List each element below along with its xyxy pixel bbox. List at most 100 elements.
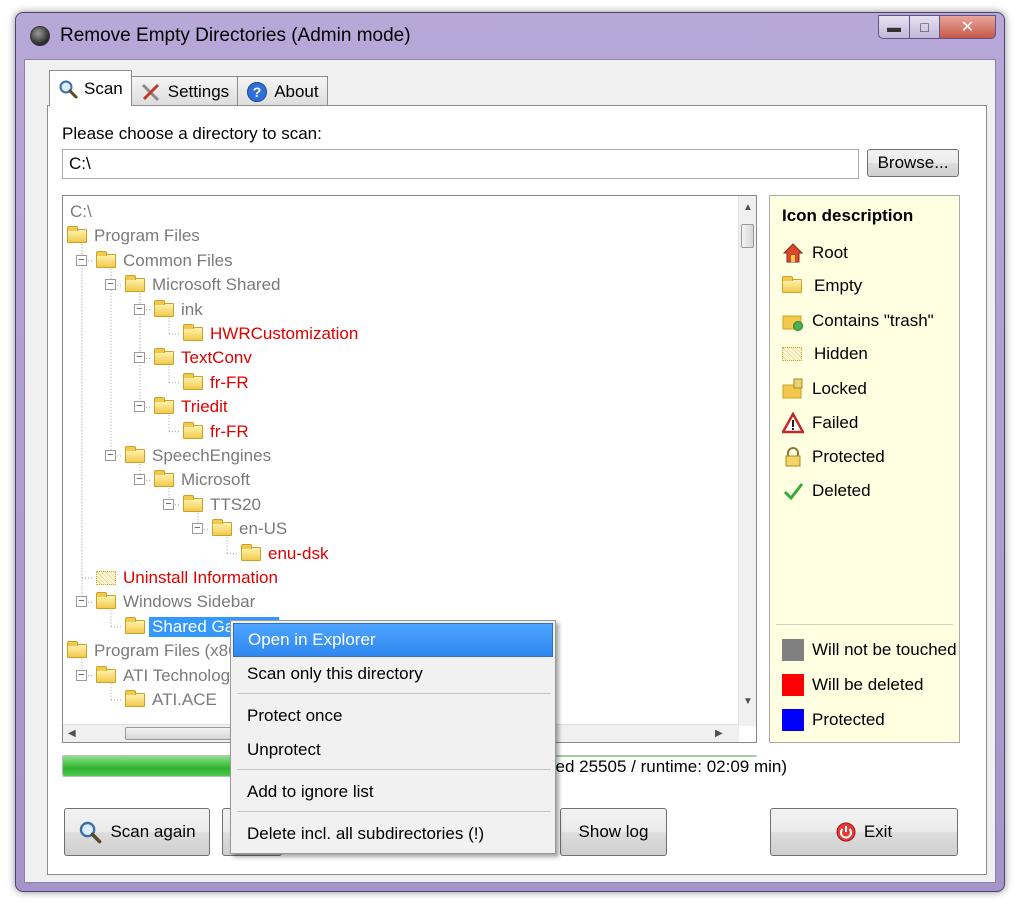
menu-item-open-in-explorer[interactable]: Open in Explorer [233, 623, 553, 657]
legend-item-label: Deleted [812, 481, 871, 500]
tree-vertical-scroll-thumb[interactable] [741, 224, 754, 248]
collapse-icon[interactable]: − [105, 450, 116, 461]
collapse-icon[interactable]: − [76, 669, 87, 681]
menu-separator [237, 811, 551, 812]
legend-item-deleted: Deleted [782, 480, 871, 502]
scan-again-button[interactable]: Scan again [64, 808, 210, 856]
tree-node[interactable]: − Microsoft [63, 468, 739, 492]
tree-node-label: ink [181, 299, 203, 319]
tab-about[interactable]: ? About [237, 76, 328, 106]
collapse-icon[interactable]: − [163, 498, 174, 510]
tree-node-label: TTS20 [210, 494, 262, 514]
collapse-icon[interactable]: − [134, 401, 145, 413]
tree-node-label: Microsoft Shared [152, 275, 281, 295]
menu-item-protect-once[interactable]: Protect once [233, 699, 553, 733]
tree-node[interactable]: − ink [63, 298, 739, 322]
collapse-icon[interactable]: − [76, 254, 87, 266]
tree-node-label: TextConv [181, 348, 252, 368]
tree-node[interactable]: Uninstall Information [63, 566, 739, 590]
scroll-up-icon[interactable]: ▲ [743, 202, 753, 213]
collapse-icon[interactable]: − [76, 596, 87, 608]
browse-button[interactable]: Browse... [867, 149, 959, 177]
folder-icon [212, 519, 232, 537]
root-icon [782, 243, 804, 263]
tree-node[interactable]: − TTS20 [63, 493, 739, 517]
tab-scan[interactable]: Scan [49, 70, 132, 106]
tree-horizontal-scroll-thumb[interactable] [125, 727, 245, 740]
legend-item-root: Root [782, 242, 848, 264]
tree-node-label: fr-FR [210, 421, 249, 441]
menu-item-unprotect[interactable]: Unprotect [233, 733, 553, 767]
legend-item-failed: Failed [782, 412, 858, 434]
exit-button[interactable]: Exit [770, 808, 958, 856]
trash-folder-icon [782, 315, 803, 331]
show-log-button[interactable]: Show log [560, 808, 667, 856]
legend-color-label: Protected [812, 710, 885, 729]
legend-item-label: Failed [812, 413, 859, 432]
legend-item-label: Root [812, 243, 848, 262]
scroll-down-icon[interactable]: ▼ [743, 696, 753, 707]
tree-node[interactable]: fr-FR [63, 420, 739, 444]
menu-separator [237, 769, 551, 770]
collapse-icon[interactable]: − [134, 474, 145, 486]
tree-node[interactable]: − SpeechEngines [63, 444, 739, 468]
collapse-icon[interactable]: − [105, 279, 116, 291]
scroll-right-icon[interactable]: ▶ [715, 728, 723, 739]
tree-node[interactable]: − en-US [63, 517, 739, 541]
tree-node[interactable]: − TextConv [63, 346, 739, 370]
menu-item-delete-incl-subdirectories[interactable]: Delete incl. all subdirectories (!) [233, 817, 553, 851]
legend-color-label: Will be deleted [812, 675, 924, 694]
tree-node[interactable]: fr-FR [63, 371, 739, 395]
legend-item-locked: Locked [782, 378, 867, 400]
collapse-icon[interactable]: − [134, 352, 145, 364]
collapse-icon[interactable]: − [134, 303, 145, 315]
collapse-icon[interactable]: − [192, 523, 203, 535]
empty-folder-icon [782, 276, 802, 293]
power-icon [836, 822, 856, 842]
menu-item-scan-only-this-directory[interactable]: Scan only this directory [233, 657, 553, 691]
scroll-left-icon[interactable]: ◀ [68, 728, 76, 739]
tree-node-label: fr-FR [210, 372, 249, 392]
directory-input[interactable] [62, 149, 859, 179]
gray-swatch [782, 639, 804, 661]
minimize-button[interactable]: ▬ [878, 15, 910, 39]
folder-icon [96, 665, 116, 683]
folder-icon [183, 494, 203, 512]
tree-node-label: Common Files [123, 250, 233, 270]
legend-item-label: Hidden [814, 344, 868, 363]
tree-node[interactable]: − Triedit [63, 395, 739, 419]
tree-node-label: Uninstall Information [123, 568, 278, 587]
tab-settings[interactable]: Settings [130, 76, 239, 106]
folder-icon [241, 543, 261, 561]
tree-node[interactable]: − Windows Sidebar [63, 590, 739, 614]
title-bar[interactable]: Remove Empty Directories (Admin mode) ▬ … [16, 13, 1004, 59]
tree-node[interactable]: − Microsoft Shared [63, 273, 739, 297]
maximize-button[interactable]: □ [910, 15, 940, 39]
menu-separator [237, 693, 551, 694]
tools-icon [141, 83, 159, 101]
folder-icon [154, 299, 174, 317]
tree-node[interactable]: C:\ [63, 200, 739, 224]
tree-node-label: Triedit [181, 397, 228, 417]
tree-node-label: Program Files (x86) [94, 641, 244, 661]
tree-node[interactable]: HWRCustomization [63, 322, 739, 346]
tree-node[interactable]: − Common Files [63, 249, 739, 273]
tree-node[interactable]: Program Files [63, 224, 739, 248]
close-button[interactable]: ✕ [940, 15, 996, 39]
tree-node-label: Microsoft [181, 470, 250, 490]
tree-node-label: Program Files [94, 226, 200, 246]
maximize-icon: □ [920, 19, 929, 35]
tab-about-label: About [274, 81, 319, 101]
folder-icon [96, 250, 116, 268]
legend-item-trash: Contains "trash" [782, 310, 934, 332]
magnifier-icon [80, 821, 102, 844]
minimize-icon: ▬ [887, 19, 901, 35]
blue-swatch [782, 709, 804, 731]
scan-status-text: ked 25505 / runtime: 02:09 min) [545, 757, 790, 777]
tree-node-label: Windows Sidebar [123, 592, 256, 612]
tree-node-label: HWRCustomization [210, 324, 359, 343]
tree-vertical-scrollbar[interactable]: ▲ ▼ [738, 196, 756, 726]
tree-node[interactable]: enu-dsk [63, 542, 739, 566]
legend-separator [776, 624, 953, 625]
menu-item-add-to-ignore-list[interactable]: Add to ignore list [233, 775, 553, 809]
